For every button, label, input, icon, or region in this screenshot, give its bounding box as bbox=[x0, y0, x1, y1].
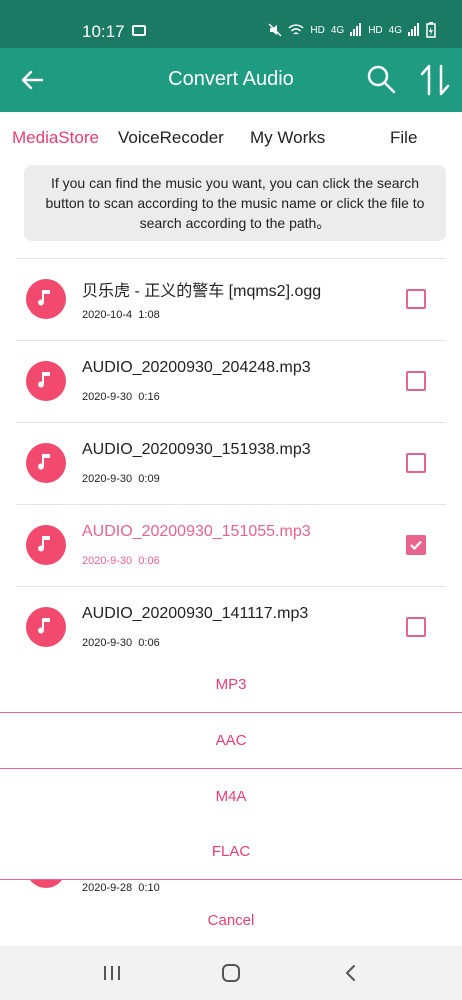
file-meta: 2020-9-30 0:16 bbox=[82, 391, 160, 403]
status-bar: 10:17 HD 4G HD 4G bbox=[0, 0, 462, 48]
select-checkbox[interactable] bbox=[406, 617, 426, 637]
select-checkbox[interactable] bbox=[406, 453, 426, 473]
music-note-icon bbox=[26, 607, 66, 647]
status-indicators: HD 4G HD 4G bbox=[268, 22, 436, 38]
file-duration: 1:08 bbox=[138, 309, 160, 321]
hd-label-2: HD bbox=[368, 24, 383, 36]
music-note-icon bbox=[26, 279, 66, 319]
file-name: AUDIO_20200930_151938.mp3 bbox=[82, 441, 311, 458]
music-note-icon bbox=[26, 361, 66, 401]
list-item[interactable]: AUDIO_20200930_141117.mp3 2020-9-30 0:06 bbox=[16, 586, 446, 668]
search-icon[interactable] bbox=[364, 62, 398, 96]
tab-voicerecoder[interactable]: VoiceRecoder bbox=[118, 128, 224, 148]
mute-icon bbox=[268, 23, 282, 37]
gallery-icon bbox=[132, 25, 146, 36]
file-name: AUDIO_20200930_151055.mp3 bbox=[82, 523, 311, 540]
select-checkbox[interactable] bbox=[406, 535, 426, 555]
tab-bar: MediaStore VoiceRecoder My Works File bbox=[0, 112, 462, 164]
file-duration: 0:09 bbox=[138, 473, 160, 485]
file-meta: 2020-9-28 0:10 bbox=[82, 882, 160, 894]
file-name: AUDIO_20200930_204248.mp3 bbox=[82, 359, 311, 376]
wifi-icon bbox=[288, 24, 304, 35]
file-date: 2020-9-30 bbox=[82, 637, 133, 649]
cancel-button[interactable]: Cancel bbox=[0, 898, 462, 944]
file-date: 2020-9-30 bbox=[82, 473, 133, 485]
checkmark-icon bbox=[410, 540, 422, 551]
hd-label-1: HD bbox=[310, 24, 325, 36]
file-meta: 2020-9-30 0:06 bbox=[82, 555, 160, 567]
file-meta: 2020-9-30 0:09 bbox=[82, 473, 160, 485]
tab-my-works[interactable]: My Works bbox=[250, 128, 325, 148]
list-item[interactable]: AUDIO_20200930_151055.mp3 2020-9-30 0:06 bbox=[16, 504, 446, 586]
file-duration: 0:06 bbox=[138, 555, 160, 567]
file-date: 2020-10-4 bbox=[82, 309, 133, 321]
system-nav-bar bbox=[0, 946, 462, 1000]
music-note-icon bbox=[26, 443, 66, 483]
list-item[interactable]: 贝乐虎 - 正义的警车 [mqms2].ogg 2020-10-4 1:08 bbox=[16, 258, 446, 340]
file-name: 贝乐虎 - 正义的警车 [mqms2].ogg bbox=[82, 283, 322, 300]
list-item[interactable]: AUDIO_20200930_204248.mp3 2020-9-30 0:16 bbox=[16, 340, 446, 422]
file-duration: 0:10 bbox=[138, 882, 160, 894]
format-option-mp3[interactable]: MP3 bbox=[0, 657, 462, 713]
sort-icon[interactable] bbox=[418, 62, 452, 98]
network-label-1: 4G bbox=[330, 24, 345, 36]
format-option-aac[interactable]: AAC bbox=[0, 713, 462, 769]
list-item[interactable]: AUDIO_20200930_151938.mp3 2020-9-30 0:09 bbox=[16, 422, 446, 504]
back-nav-icon[interactable] bbox=[339, 963, 363, 983]
signal-icon bbox=[350, 23, 362, 36]
home-icon[interactable] bbox=[219, 963, 243, 983]
file-meta: 2020-10-4 1:08 bbox=[82, 309, 160, 321]
file-meta: 2020-9-30 0:06 bbox=[82, 637, 160, 649]
tab-file[interactable]: File bbox=[390, 128, 417, 148]
app-bar: Convert Audio bbox=[0, 48, 462, 112]
select-checkbox[interactable] bbox=[406, 371, 426, 391]
recent-apps-icon[interactable] bbox=[100, 963, 124, 983]
select-checkbox[interactable] bbox=[406, 289, 426, 309]
file-date: 2020-9-30 bbox=[82, 555, 133, 567]
tab-mediastore[interactable]: MediaStore bbox=[12, 128, 99, 148]
format-option-m4a[interactable]: M4A bbox=[0, 769, 462, 825]
file-duration: 0:06 bbox=[138, 637, 160, 649]
file-duration: 0:16 bbox=[138, 391, 160, 403]
battery-icon bbox=[426, 22, 436, 38]
file-name: AUDIO_20200930_141117.mp3 bbox=[82, 605, 309, 622]
network-label-2: 4G bbox=[388, 24, 402, 36]
signal-icon-2 bbox=[408, 23, 419, 36]
music-note-icon bbox=[26, 525, 66, 565]
file-date: 2020-9-30 bbox=[82, 391, 133, 403]
status-time: 10:17 bbox=[82, 22, 125, 41]
search-hint-notice: If you can find the music you want, you … bbox=[24, 165, 446, 241]
file-date: 2020-9-28 bbox=[82, 882, 133, 894]
format-option-flac[interactable]: FLAC bbox=[0, 824, 462, 880]
